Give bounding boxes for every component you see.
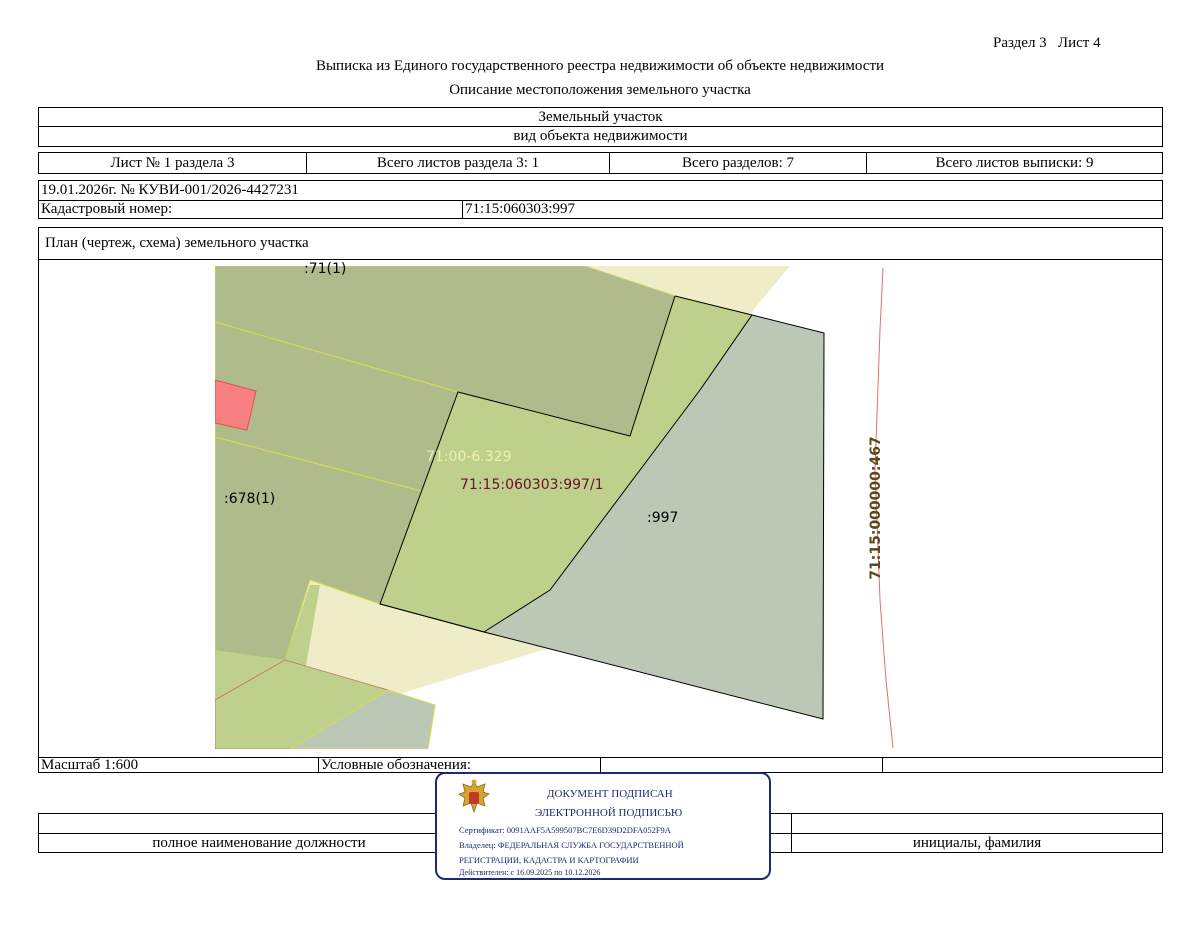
cadastral-label: Кадастровый номер: <box>41 201 173 217</box>
record-date-number: 19.01.2026г. № КУВИ-001/2026-4427231 <box>41 182 299 198</box>
document-subtitle: Описание местоположения земельного участ… <box>449 82 751 98</box>
stamp-validity: Действителен: с 16.09.2025 по 10.12.2026 <box>459 868 601 877</box>
plan-section: План (чертеж, схема) земельного участка … <box>38 227 1163 773</box>
object-type-table: Земельный участок вид объекта недвижимос… <box>38 107 1163 147</box>
stamp-owner-line1: Владелец: ФЕДЕРАЛЬНАЯ СЛУЖБА ГОСУДАРСТВЕ… <box>459 840 684 850</box>
stamp-owner-line2: РЕГИСТРАЦИИ, КАДАСТРА И КАРТОГРАФИИ <box>459 855 639 865</box>
document-title: Выписка из Единого государственного реес… <box>315 58 885 74</box>
total-sheets-section: Всего листов раздела 3: 1 <box>376 154 540 171</box>
scale-label: Масштаб 1:600 <box>41 756 139 773</box>
legend-label: Условные обозначения: <box>321 756 472 773</box>
section-sheet-label: Раздел 3 Лист 4 <box>993 35 1101 51</box>
sheet-of-section: Лист № 1 раздела 3 <box>110 154 235 171</box>
name-caption: инициалы, фамилия <box>912 834 1042 851</box>
cadastral-value: 71:15:060303:997 <box>465 201 576 217</box>
russian-emblem-icon <box>458 779 490 814</box>
stamp-line2: ЭЛЕКТРОННОЙ ПОДПИСЬЮ <box>535 807 683 819</box>
total-sheets-extract: Всего листов выписки: 9 <box>935 154 1094 171</box>
position-caption: полное наименование должности <box>152 834 366 851</box>
record-table: 19.01.2026г. № КУВИ-001/2026-4427231 Кад… <box>38 180 1163 219</box>
plan-title: План (чертеж, схема) земельного участка <box>45 235 309 251</box>
sheet-info-row: Лист № 1 раздела 3 Всего листов раздела … <box>38 152 1163 174</box>
total-sections: Всего разделов: 7 <box>681 154 795 171</box>
stamp-line1: ДОКУМЕНТ ПОДПИСАН <box>547 788 673 800</box>
object-type: Земельный участок <box>538 108 663 125</box>
stamp-certificate: Сертификат: 0091AAF5A599507BC7E6D39D2DFA… <box>459 825 671 835</box>
object-type-caption: вид объекта недвижимости <box>513 128 688 144</box>
e-signature-stamp: ДОКУМЕНТ ПОДПИСАН ЭЛЕКТРОННОЙ ПОДПИСЬЮ С… <box>435 772 771 880</box>
